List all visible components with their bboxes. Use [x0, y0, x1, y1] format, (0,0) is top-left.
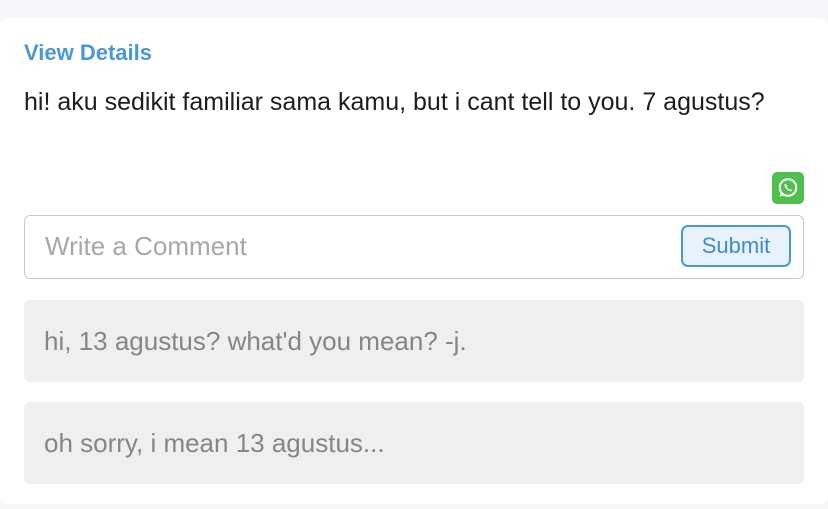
- comment-text: hi, 13 agustus? what'd you mean? -j.: [44, 325, 467, 356]
- comment-input[interactable]: [45, 216, 675, 277]
- whatsapp-share-button[interactable]: [772, 172, 804, 204]
- post-card: View Details hi! aku sedikit familiar sa…: [0, 18, 828, 504]
- comment-text: oh sorry, i mean 13 agustus...: [44, 427, 385, 458]
- submit-button[interactable]: Submit: [681, 225, 791, 267]
- post-message: hi! aku sedikit familiar sama kamu, but …: [24, 88, 765, 116]
- comment-item: oh sorry, i mean 13 agustus...: [24, 402, 804, 484]
- comment-item: hi, 13 agustus? what'd you mean? -j.: [24, 300, 804, 382]
- whatsapp-icon: [778, 178, 798, 197]
- view-details-link[interactable]: View Details: [24, 40, 152, 66]
- comment-form: Submit: [24, 215, 804, 279]
